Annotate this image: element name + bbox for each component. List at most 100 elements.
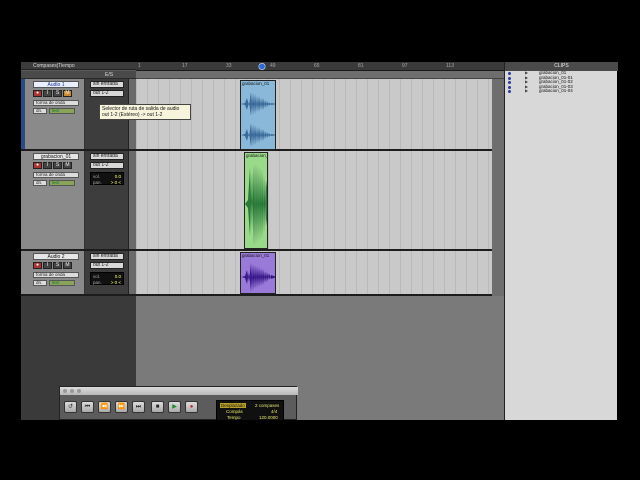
input-monitor-button[interactable]: I [43,162,52,169]
track-gutter [129,251,136,294]
waveform [241,92,275,147]
edit-window: Compases|Tiempo 1 17 33 49 65 81 97 113 … [21,62,504,420]
tempo-label: Tempo [227,415,241,420]
track-lane[interactable]: grabacion_01 [136,151,504,249]
timebase-selector[interactable]: dn. [33,280,47,286]
track-selected-indicator [21,79,25,149]
output-selector[interactable]: out 1-2 [90,90,124,97]
mute-button[interactable]: M [63,262,72,269]
bar-label: 97 [402,63,408,69]
meter-label: Compás [226,409,243,414]
close-window-icon[interactable] [63,389,67,393]
pan-label: pan. [93,180,102,185]
play-button[interactable]: ▶ [168,401,181,413]
io-column-header: E/S [105,72,114,78]
track-name-field[interactable]: Audio 2 [33,253,79,260]
automation-mode-selector[interactable]: leer [49,280,75,286]
window-title: Compases|Tiempo [33,63,75,69]
track-name-column: Audio 1 ● I S M forma de onda dn. leer [21,79,85,149]
track-name-column: grabacion_01 ● I S M forma de onda dn. l… [21,151,85,249]
timeline-ruler[interactable]: 1 17 33 49 65 81 97 113 [136,62,504,71]
tooltip-detail: out 1-2 (Estéreo) -> out 1-2 [102,112,163,118]
record-enable-button[interactable]: ● [33,162,42,169]
input-monitor-button[interactable]: I [43,90,52,97]
clip-name: grabacion_01 [242,253,270,258]
clip-name: grabacion_01 [246,153,267,158]
transport-window: ↺ ⏮ ⏪ ⏩ ⏭ ■ ▶ ● Desplazado 2 compases Co… [59,386,298,421]
automation-mode-selector[interactable]: leer [49,180,75,186]
clips-list: ▶ grabacion_01 ▶ grabacion_01-01 ▶ grabacio… [505,70,618,94]
playhead-marker-icon[interactable] [258,62,266,71]
track-view-selector[interactable]: forma de onda [33,272,79,278]
go-to-end-button[interactable]: ⏭ [132,401,145,413]
track-audio-1: Audio 1 ● I S M forma de onda dn. leer s… [21,79,504,151]
audio-clip[interactable]: grabacion_01 [240,80,276,150]
fast-forward-button[interactable]: ⏩ [115,401,128,413]
output-selector[interactable]: out 1-2 [90,262,124,269]
counter-mode[interactable]: Desplazado [220,403,246,408]
counter-length: 2 compases [255,403,280,408]
track-lane[interactable]: grabacion_01 [136,79,504,150]
solo-button[interactable]: S [53,90,62,97]
marker-ruler[interactable] [136,71,504,79]
track-grabacion-01: grabacion_01 ● I S M forma de onda dn. l… [21,151,504,251]
transport-counter[interactable]: Desplazado 2 compases Compás 4/4 Tempo 1… [216,400,284,421]
volume-pan-display[interactable]: vol. 0.0 pan. > 0 < [90,272,124,285]
volume-value: 0.0 [114,174,121,179]
list-item[interactable]: ▶ grabacion_01-04 [505,88,618,94]
track-view-selector[interactable]: forma de onda [33,100,79,106]
output-selector-tooltip: Selector de ruta de salida de audio out … [99,104,191,120]
waveform [241,263,275,292]
output-selector[interactable]: out 1-2 [90,162,124,169]
timebase-selector[interactable]: dn. [33,180,47,186]
clip-name: grabacion_01 [242,81,270,86]
pan-label: pan. [93,280,102,285]
online-button[interactable]: ↺ [64,401,77,413]
bar-label: 113 [446,63,454,69]
volume-pan-display[interactable]: vol. 0.0 pan. > 0 < [90,172,124,185]
input-monitor-button[interactable]: I [43,262,52,269]
waveform [245,164,267,246]
vertical-scrollbar[interactable] [492,79,504,296]
volume-label: vol. [93,274,101,279]
zoom-window-icon[interactable] [77,389,81,393]
disclosure-triangle-icon[interactable]: ▶ [525,88,528,94]
input-selector[interactable]: sin entrada [90,153,124,160]
track-audio-2: Audio 2 ● I S M forma de onda dn. leer s… [21,251,504,296]
bar-label: 49 [270,63,276,69]
return-to-zero-button[interactable]: ⏮ [81,401,94,413]
pan-value: > 0 < [110,180,121,185]
track-name-field[interactable]: grabacion_01 [33,153,79,160]
record-enable-button[interactable]: ● [33,262,42,269]
volume-value: 0.0 [114,274,121,279]
minimize-window-icon[interactable] [70,389,74,393]
input-selector[interactable]: sin entrada [90,81,124,88]
mute-button[interactable]: M [63,90,72,97]
solo-button[interactable]: S [53,162,62,169]
bar-label: 17 [182,63,188,69]
stop-button[interactable]: ■ [151,401,164,413]
transport-title-bar[interactable] [60,387,298,395]
track-name-field[interactable]: Audio 1 [33,81,79,88]
audio-clip[interactable]: grabacion_01 [240,252,276,294]
record-button[interactable]: ● [185,401,198,413]
mute-button[interactable]: M [63,162,72,169]
track-lane[interactable]: grabacion_01 [136,251,504,294]
input-selector[interactable]: sin entrada [90,253,124,260]
pan-value: > 0 < [110,280,121,285]
track-gutter [129,151,136,249]
track-view-selector[interactable]: forma de onda [33,172,79,178]
solo-button[interactable]: S [53,262,62,269]
record-enable-button[interactable]: ● [33,90,42,97]
rewind-button[interactable]: ⏪ [98,401,111,413]
volume-label: vol. [93,174,101,179]
bar-label: 1 [138,63,141,69]
automation-mode-selector[interactable]: leer [49,108,75,114]
track-name-column: Audio 2 ● I S M forma de onda dn. leer [21,251,85,294]
track-header-bar: E/S [21,71,136,79]
meter-value: 4/4 [271,409,278,414]
bar-label: 81 [358,63,364,69]
audio-clip[interactable]: grabacion_01 [244,152,268,249]
bar-label: 33 [226,63,232,69]
timebase-selector[interactable]: dn. [33,108,47,114]
